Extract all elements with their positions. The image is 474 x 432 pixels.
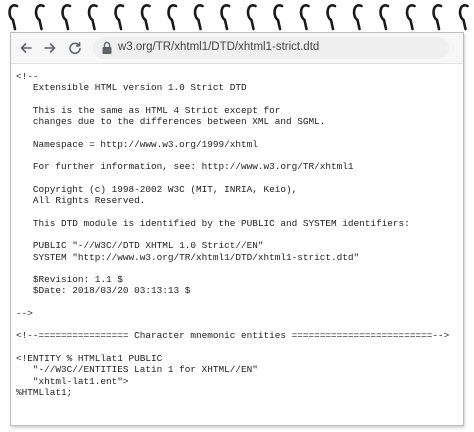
dtd-line: This is the same as HTML 4 Strict except…	[16, 104, 281, 116]
dtd-line: <!--================ Character mnemonic …	[16, 330, 450, 342]
spiral-coil	[458, 4, 469, 31]
dtd-line: <!--	[16, 71, 39, 82]
spiral-coil	[114, 4, 125, 31]
back-button[interactable]	[17, 39, 35, 57]
dtd-line: changes due to the differences between X…	[16, 116, 326, 128]
browser-window: w3.org/TR/xhtml1/DTD/xhtml1-strict.dtd <…	[10, 32, 464, 426]
forward-button[interactable]	[41, 39, 59, 57]
dtd-line: SYSTEM "http://www.w3.org/TR/xhtml1/DTD/…	[16, 251, 360, 263]
dtd-line: PUBLIC "-//W3C//DTD XHTML 1.0 Strict//EN…	[16, 240, 264, 252]
dtd-line: All Rights Reserved.	[16, 195, 146, 207]
spiral-coil	[246, 4, 257, 31]
spiral-coil	[326, 4, 337, 31]
dtd-source-text: <!-- Extensible HTML version 1.0 Strict …	[16, 71, 456, 398]
spiral-coil	[299, 4, 310, 31]
dtd-line: -->	[16, 307, 33, 319]
spiral-coil	[167, 4, 178, 31]
spiral-coil	[432, 4, 443, 31]
dtd-line: For further information, see: http://www…	[16, 161, 354, 173]
dtd-line: "-//W3C//ENTITIES Latin 1 for XHTML//EN"	[16, 364, 258, 376]
dtd-line: <!ENTITY % HTMLlat1 PUBLIC	[16, 353, 163, 365]
dtd-line: This DTD module is identified by the PUB…	[16, 217, 410, 229]
arrow-left-icon	[20, 43, 32, 53]
spiral-coil	[61, 4, 72, 31]
reload-icon	[69, 42, 81, 55]
arrow-right-icon	[44, 43, 56, 53]
dtd-line: Extensible HTML version 1.0 Strict DTD	[16, 82, 247, 94]
spiral-coil	[273, 4, 284, 31]
reload-button[interactable]	[66, 39, 84, 57]
dtd-line: "xhtml-lat1.ent">	[16, 375, 129, 387]
dtd-line: Namespace = http://www.w3.org/1999/xhtml	[16, 138, 258, 150]
dtd-line: Copyright (c) 1998-2002 W3C (MIT, INRIA,…	[16, 183, 298, 195]
spiral-coil	[34, 4, 45, 31]
spiral-coil	[352, 4, 363, 31]
dtd-line: $Revision: 1.1 $	[16, 274, 123, 286]
browser-toolbar: w3.org/TR/xhtml1/DTD/xhtml1-strict.dtd	[11, 33, 463, 64]
dtd-line: %HTMLlat1;	[16, 386, 73, 398]
spiral-coil	[140, 4, 151, 31]
dtd-line: $Date: 2018/03/20 03:13:13 $	[16, 285, 191, 297]
spiral-coil	[405, 4, 416, 31]
url-text: w3.org/TR/xhtml1/DTD/xhtml1-strict.dtd	[118, 41, 320, 53]
spiral-coil	[379, 4, 390, 31]
address-bar[interactable]: w3.org/TR/xhtml1/DTD/xhtml1-strict.dtd	[93, 37, 449, 59]
lock-icon[interactable]	[101, 41, 113, 55]
spiral-binding	[8, 4, 469, 31]
spiral-coil	[193, 4, 204, 31]
spiral-coil	[8, 4, 19, 31]
spiral-coil	[87, 4, 98, 31]
spiral-coil	[220, 4, 231, 31]
